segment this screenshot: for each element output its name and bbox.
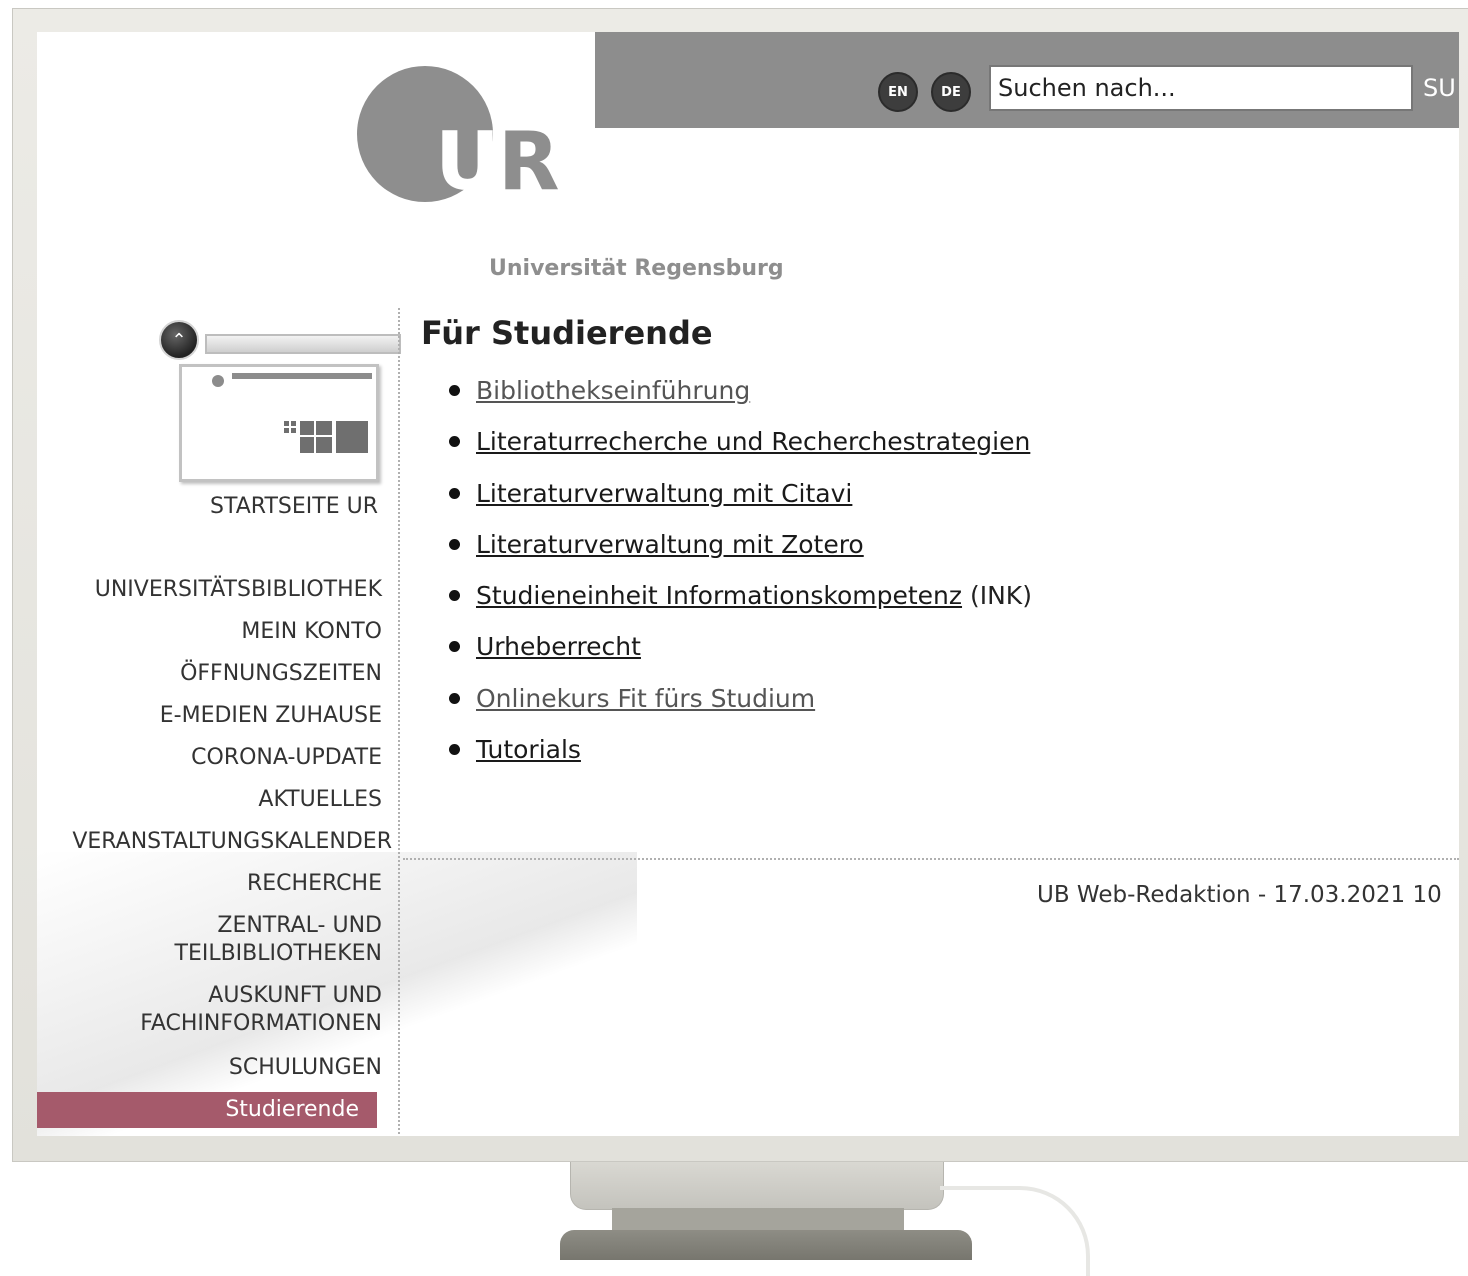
nav-item-mein-konto[interactable]: MEIN KONTO [37,618,382,660]
nav-item-oeffnungszeiten[interactable]: ÖFFNUNGSZEITEN [37,660,382,702]
nav-item-aktuelles[interactable]: AKTUELLES [37,786,382,828]
link-suffix: (INK) [962,581,1032,611]
nav-item-recherche[interactable]: RECHERCHE [37,870,382,912]
footer-edit-info: UB Web-Redaktion - 17.03.2021 10 [1037,882,1442,908]
page-title: Für Studierende [421,314,713,352]
search-button[interactable]: SU [1423,68,1456,108]
link-urheberrecht[interactable]: Urheberrecht [476,632,641,661]
list-item: Literaturverwaltung mit Zotero [449,526,1032,577]
nav-item-zentral-teilbibliotheken[interactable]: ZENTRAL- UND TEILBIBLIOTHEKEN [37,912,383,982]
scroll-up-icon[interactable]: ⌃ [159,320,199,360]
monitor-stand-inner [612,1208,904,1232]
nav-item-studierende-active[interactable]: Studierende [37,1092,377,1128]
home-icon-frame [179,364,379,482]
monitor-stand-base [560,1230,972,1260]
nav-item-line: ZENTRAL- UND [217,913,382,938]
monitor-stand-neck [570,1162,944,1210]
monitor-cable [940,1186,1090,1276]
horizontal-divider [403,858,1459,860]
list-item: Studieneinheit Informationskompetenz (IN… [449,577,1032,628]
logo-letters: UR [435,122,560,202]
home-icon-dot [212,375,224,387]
link-literaturrecherche[interactable]: Literaturrecherche und Recherchestrategi… [476,427,1030,456]
nav-item-corona-update[interactable]: CORONA-UPDATE [37,744,382,786]
logo-letter-u: U [435,115,500,208]
logo-subtitle: Universität Regensburg [489,256,784,281]
list-item: Onlinekurs Fit fürs Studium [449,680,1032,731]
student-links-list: Bibliothekseinführung Literaturrecherche… [449,372,1032,782]
home-icon-bar [232,373,372,379]
nav-item-line: TEILBIBLIOTHEKEN [174,941,383,966]
nav-item-line: FACHINFORMATIONEN [140,1011,382,1036]
link-onlinekurs[interactable]: Onlinekurs Fit fürs Studium [476,684,815,713]
home-icon-back-frame [205,334,401,354]
nav-item-universitaetsbibliothek[interactable]: UNIVERSITÄTSBIBLIOTHEK [37,576,382,618]
screen: EN DE SU UR Universität Regensburg [37,32,1459,1136]
home-window-icon[interactable]: ⌃ [159,320,401,486]
link-informationskompetenz[interactable]: Studieneinheit Informationskompetenz [476,581,962,610]
vertical-divider [398,308,400,1136]
list-item: Literaturverwaltung mit Citavi [449,475,1032,526]
nav-item-e-medien[interactable]: E-MEDIEN ZUHAUSE [37,702,382,744]
language-de-button[interactable]: DE [931,72,971,112]
nav-item-line: AUSKUNFT UND [208,983,382,1008]
list-item: Urheberrecht [449,628,1032,679]
list-item: Bibliothekseinführung [449,372,1032,423]
home-link[interactable]: STARTSEITE UR [210,494,378,519]
language-en-button[interactable]: EN [878,72,918,112]
link-bibliothekseinfuehrung[interactable]: Bibliothekseinführung [476,376,750,405]
link-tutorials[interactable]: Tutorials [476,735,581,764]
home-icon-tiles [284,421,372,453]
university-logo[interactable]: UR Universität Regensburg [357,64,784,281]
nav-item-schulungen[interactable]: SCHULUNGEN [37,1054,382,1096]
link-citavi[interactable]: Literaturverwaltung mit Citavi [476,479,852,508]
link-zotero[interactable]: Literaturverwaltung mit Zotero [476,530,864,559]
nav-item-veranstaltungskalender[interactable]: VERANSTALTUNGSKALENDER [37,828,392,870]
search-input[interactable] [989,65,1413,111]
nav-item-auskunft-fachinformationen[interactable]: AUSKUNFT UND FACHINFORMATIONEN [37,982,382,1054]
list-item: Literaturrecherche und Recherchestrategi… [449,423,1032,474]
sidebar-nav: UNIVERSITÄTSBIBLIOTHEK MEIN KONTO ÖFFNUN… [37,576,392,1096]
list-item: Tutorials [449,731,1032,782]
logo-letter-r: R [497,115,560,208]
